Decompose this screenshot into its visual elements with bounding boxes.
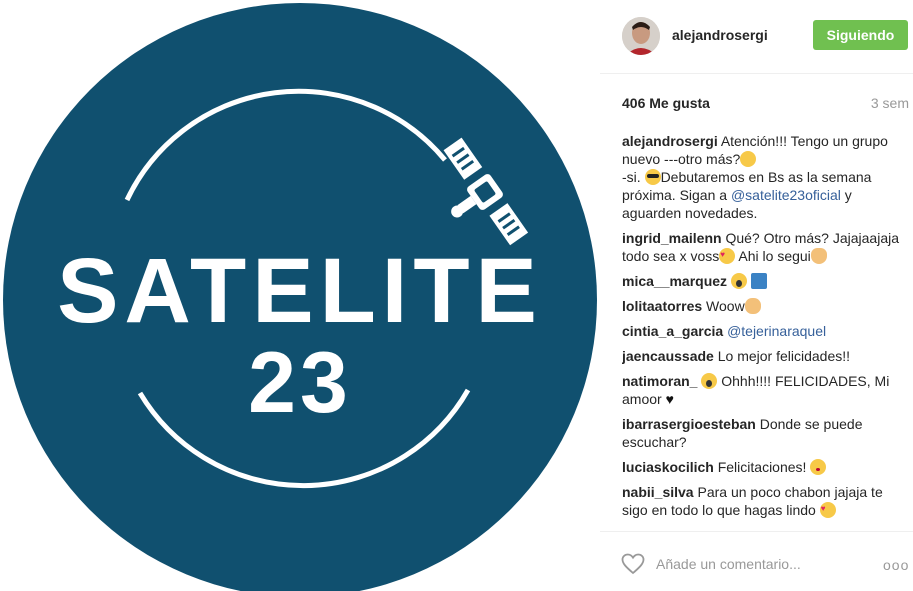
heart-eyes-face-icon <box>719 246 736 264</box>
satelite23-logo: SATELITE 23 <box>3 3 597 591</box>
comment-item: nabii_silva Para un poco chabon jajaja t… <box>622 483 910 519</box>
comment-username[interactable]: natimoran_ <box>622 373 697 389</box>
post-panel: alejandrosergi Siguiendo 406 Me gusta 3 … <box>600 0 913 591</box>
kissing-face-icon <box>810 459 827 475</box>
mention-link[interactable]: @satelite23oficial <box>731 187 841 203</box>
comment-item: cintia_a_garcia @tejerinaraquel <box>622 322 910 340</box>
comment-item: natimoran_ Ohhh!!!! FELICIDADES, Mi amoo… <box>622 373 890 407</box>
logo-number: 23 <box>248 335 352 431</box>
post-image[interactable]: SATELITE 23 <box>0 0 600 591</box>
comment-item: ibarrasergioesteban Donde se puede escuc… <box>622 416 863 450</box>
comment-caption: alejandrosergi Atención!!! Tengo un grup… <box>622 133 888 221</box>
pointing-hand-icon <box>810 248 827 264</box>
heart-outline-icon[interactable] <box>621 553 645 575</box>
logo-word: SATELITE <box>57 240 543 342</box>
post-author-username[interactable]: alejandrosergi <box>672 27 768 43</box>
comment-item: luciaskocilich Felicitaciones! <box>622 458 910 476</box>
add-comment-bar: ooo <box>600 531 913 591</box>
screaming-face-icon <box>701 373 718 389</box>
comment-input[interactable] <box>656 554 856 574</box>
more-options-icon[interactable]: ooo <box>883 557 909 573</box>
post-header: alejandrosergi Siguiendo <box>600 0 913 74</box>
clapping-hands-icon <box>744 298 761 314</box>
mention-link[interactable]: @tejerinaraquel <box>727 323 826 339</box>
comments-list[interactable]: alejandrosergi Atención!!! Tengo un grup… <box>622 132 910 529</box>
screaming-face-icon <box>730 273 747 289</box>
comment-username[interactable]: cintia_a_garcia <box>622 323 723 339</box>
comment-username[interactable]: luciaskocilich <box>622 459 714 475</box>
sunglasses-face-icon <box>644 169 661 185</box>
black-heart-icon: ♥ <box>665 391 674 407</box>
following-button[interactable]: Siguiendo <box>813 20 908 50</box>
comment-item: mica__marquez <box>622 272 910 290</box>
likes-count[interactable]: 406 Me gusta <box>622 95 710 111</box>
comment-username[interactable]: ibarrasergioesteban <box>622 416 756 432</box>
comment-username[interactable]: lolitaatorres <box>622 298 702 314</box>
comment-item: lolitaatorres Woow <box>622 297 910 315</box>
avatar[interactable] <box>622 17 660 55</box>
smiling-face-icon <box>740 151 757 167</box>
comment-username[interactable]: mica__marquez <box>622 273 727 289</box>
comment-username[interactable]: nabii_silva <box>622 484 694 500</box>
heart-eyes-face-icon <box>819 500 836 518</box>
comment-item: ingrid_mailenn Qué? Otro más? Jajajaajaj… <box>622 229 910 265</box>
comment-username[interactable]: ingrid_mailenn <box>622 230 722 246</box>
comment-item: jaencaussade Lo mejor felicidades!! <box>622 348 851 364</box>
top-arrow-icon <box>750 273 767 289</box>
comment-username[interactable]: jaencaussade <box>622 348 714 364</box>
post-time[interactable]: 3 sem <box>871 95 909 111</box>
comment-username[interactable]: alejandrosergi <box>622 133 718 149</box>
